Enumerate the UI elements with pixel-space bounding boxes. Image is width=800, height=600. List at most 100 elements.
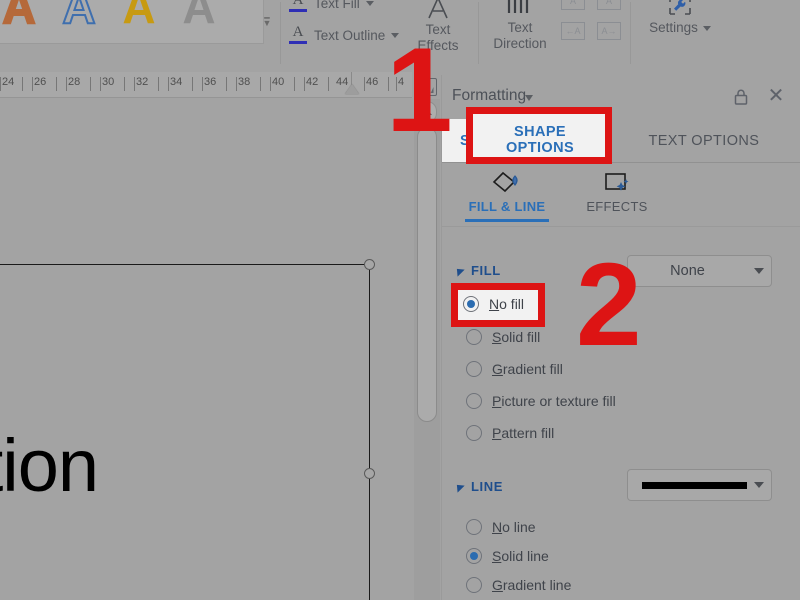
ruler-tick: 24	[2, 76, 15, 88]
fill-and-line-icon	[490, 167, 524, 199]
text-direction-label-line2: Direction	[493, 36, 547, 51]
radio-solid-line-label: Solid line	[492, 548, 549, 564]
lock-icon[interactable]	[731, 87, 751, 107]
align-left-icon: ←A	[561, 22, 585, 40]
text-outline-icon: A	[288, 24, 308, 46]
subtab-fill-and-line-label: FILL & LINE	[468, 199, 546, 214]
text-alignment-group[interactable]: A A ←A A→	[555, 0, 627, 46]
tab-text-options[interactable]: TEXT OPTIONS	[630, 119, 777, 162]
close-icon[interactable]: ✕	[766, 86, 786, 107]
radio-no-line-indicator	[466, 519, 482, 535]
radio-no-fill-overlay-indicator	[463, 296, 479, 312]
chevron-down-icon	[747, 268, 771, 274]
text-fill-icon: A	[288, 0, 308, 14]
chevron-down-icon[interactable]	[525, 95, 533, 101]
fill-type-dropdown[interactable]: None	[627, 255, 772, 287]
radio-gradient-fill-label: Gradient fill	[492, 361, 563, 377]
wordart-style-gallery[interactable]: A A A A	[0, 0, 264, 44]
ruler-tick: 36	[204, 76, 217, 88]
subtab-effects-label: EFFECTS	[586, 199, 648, 214]
radio-gradient-fill[interactable]: Gradient fill	[466, 361, 563, 377]
text-direction-label-line1: Text	[507, 20, 533, 35]
radio-gradient-line[interactable]: Gradient line	[466, 577, 571, 593]
align-middle-icon: A	[597, 0, 621, 10]
annotation-step-2: 2	[576, 239, 642, 371]
radio-solid-fill[interactable]: Solid fill	[466, 329, 540, 345]
radio-solid-line[interactable]: Solid line	[466, 548, 549, 564]
ruler-tick: 30	[102, 76, 115, 88]
settings-icon	[666, 0, 694, 20]
text-fill-label: Text Fill	[314, 0, 360, 11]
effects-icon	[600, 167, 634, 199]
horizontal-ruler[interactable]: 24 26 28 30 32 34 36 38 40 42 44 46 4	[0, 72, 412, 98]
ruler-tick: 38	[238, 76, 251, 88]
slide-canvas[interactable]: culation	[0, 99, 407, 600]
settings-label: Settings	[649, 20, 698, 35]
radio-no-fill-overlay-label: No fill	[489, 296, 525, 312]
app-root: A A A A ━ ▼ A Text Fill A Text Outline Te…	[0, 0, 800, 600]
ruler-tick: 42	[306, 76, 319, 88]
wordart-style-gray[interactable]: A	[169, 0, 229, 39]
section-fill-label: FILL	[471, 263, 501, 278]
chevron-down-icon	[365, 0, 374, 6]
radio-solid-fill-indicator	[466, 329, 482, 345]
settings-button[interactable]: Settings	[640, 0, 720, 36]
ruler-tick: 40	[272, 76, 285, 88]
gallery-more-icon[interactable]: ━ ▼	[258, 8, 276, 34]
ruler-tick: 46	[366, 76, 379, 88]
radio-picture-or-texture-fill[interactable]: Picture or texture fill	[466, 393, 616, 409]
fill-type-value: None	[670, 263, 705, 279]
vertical-scrollbar[interactable]	[414, 99, 440, 600]
wordart-style-orange[interactable]: A	[0, 0, 49, 39]
radio-pattern-fill[interactable]: Pattern fill	[466, 425, 554, 441]
text-fill-button[interactable]: A Text Fill	[288, 0, 374, 14]
section-line-label: LINE	[471, 479, 504, 494]
radio-no-line-label: No line	[492, 519, 536, 535]
align-middle-button[interactable]: A	[591, 0, 627, 16]
radio-pattern-fill-indicator	[466, 425, 482, 441]
section-line[interactable]: LINE	[453, 479, 504, 494]
subtab-fill-and-line[interactable]: FILL & LINE	[458, 163, 556, 226]
align-top-button[interactable]: A	[555, 0, 591, 16]
wordart-style-gold[interactable]: A	[109, 0, 169, 39]
ruler-indent-marker[interactable]	[345, 84, 359, 94]
collapse-triangle-icon	[453, 264, 465, 277]
align-top-icon: A	[561, 0, 585, 10]
text-outline-button[interactable]: A Text Outline	[288, 24, 400, 46]
line-type-dropdown[interactable]	[627, 469, 772, 501]
radio-no-line[interactable]: No line	[466, 519, 536, 535]
align-right-icon: A→	[597, 22, 621, 40]
radio-gradient-line-indicator	[466, 577, 482, 593]
radio-picture-or-texture-fill-label: Picture or texture fill	[492, 393, 616, 409]
annotation-step-1: 1	[386, 23, 453, 157]
pane-title: Formatting	[452, 87, 527, 104]
chevron-down-icon	[747, 482, 771, 488]
ribbon-divider-1	[280, 2, 281, 64]
collapse-triangle-icon	[453, 480, 465, 493]
ruler-tick: 26	[34, 76, 47, 88]
ruler-tick: 28	[68, 76, 81, 88]
text-direction-button[interactable]: Text Direction	[487, 0, 553, 52]
active-subtab-indicator	[465, 219, 549, 222]
radio-gradient-fill-indicator	[466, 361, 482, 377]
radio-solid-line-indicator	[466, 548, 482, 564]
text-outline-label: Text Outline	[314, 27, 386, 43]
ruler-tick: 32	[136, 76, 149, 88]
align-right-button[interactable]: A→	[591, 16, 627, 46]
resize-handle-top-right[interactable]	[364, 259, 375, 270]
line-style-preview	[642, 481, 747, 489]
chevron-down-icon	[702, 25, 711, 31]
radio-pattern-fill-label: Pattern fill	[492, 425, 555, 441]
section-fill[interactable]: FILL	[453, 263, 501, 278]
radio-picture-or-texture-fill-indicator	[466, 393, 482, 409]
selected-shape[interactable]: culation	[0, 259, 375, 600]
text-direction-icon	[505, 0, 535, 20]
radio-solid-fill-label: Solid fill	[492, 329, 541, 345]
subtab-effects[interactable]: EFFECTS	[568, 163, 666, 226]
radio-no-fill-overlay[interactable]: No fill	[463, 296, 524, 312]
wordart-style-blue-outline[interactable]: A	[49, 0, 109, 39]
ribbon-divider-2	[478, 2, 479, 64]
tab-shape-options-overlay-label[interactable]: SHAPE OPTIONS	[478, 124, 602, 156]
align-left-button[interactable]: ←A	[555, 16, 591, 46]
scrollbar-thumb[interactable]	[417, 127, 437, 422]
